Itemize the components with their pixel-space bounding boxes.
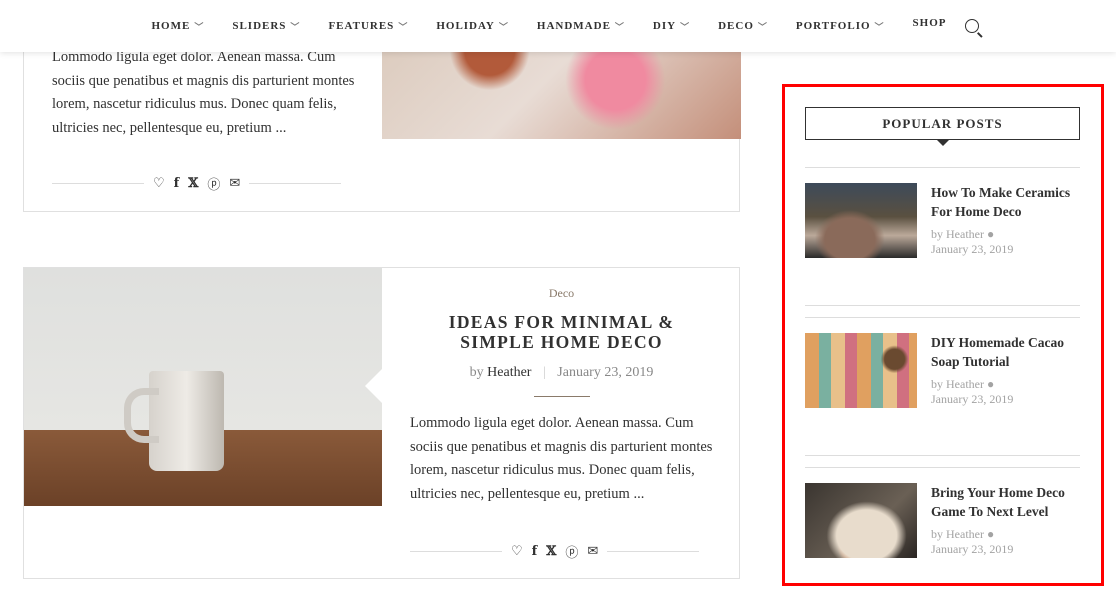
post-title[interactable]: DIY Homemade Cacao Soap Tutorial <box>931 333 1081 371</box>
divider <box>249 183 342 184</box>
nav-label: PORTFOLIO <box>795 20 871 32</box>
post-date: January 23, 2019 <box>557 365 654 380</box>
nav-deco[interactable]: DECO ﹀ <box>718 20 768 33</box>
x-icon[interactable]: 𝕏 <box>546 544 556 559</box>
post-date: January 23, 2019 <box>931 242 1014 256</box>
by-label: by <box>469 365 484 380</box>
title-divider <box>534 396 590 397</box>
divider <box>805 467 1080 468</box>
divider <box>805 317 1080 318</box>
nav-label: DECO <box>718 20 754 32</box>
mug-handle <box>124 388 159 443</box>
popular-posts-widget: POPULAR POSTS How To Make Ceramics For H… <box>782 84 1104 586</box>
search-icon[interactable] <box>964 19 979 33</box>
chevron-down-icon: ﹀ <box>680 21 691 32</box>
post-meta: by Heather ● January 23, 2019 <box>931 227 1014 256</box>
nav-label: HOME <box>151 20 191 32</box>
heart-icon[interactable]: ♡ <box>153 176 165 191</box>
pinterest-icon[interactable]: ⓟ <box>207 174 220 193</box>
nav-portfolio[interactable]: PORTFOLIO ﹀ <box>796 20 885 33</box>
divider <box>410 551 502 552</box>
chevron-down-icon: ﹀ <box>614 21 625 32</box>
facebook-icon[interactable]: f <box>174 176 180 191</box>
nav-diy[interactable]: DIY ﹀ <box>653 20 690 33</box>
chevron-down-icon: ﹀ <box>398 21 409 32</box>
post-thumbnail[interactable] <box>805 483 917 558</box>
post-image[interactable] <box>24 268 383 506</box>
email-icon[interactable]: ✉ <box>587 544 598 559</box>
chevron-down-icon: ﹀ <box>757 21 768 32</box>
post-card: Deco IDEAS FOR MINIMAL & SIMPLE HOME DEC… <box>23 267 740 579</box>
nav-home[interactable]: HOME ﹀ <box>151 20 204 33</box>
nav-label: FEATURES <box>328 20 395 32</box>
post-date: January 23, 2019 <box>931 542 1014 556</box>
post-category[interactable]: Deco <box>410 286 713 301</box>
author: by Heather <box>931 377 984 391</box>
post-meta: by Heather ● January 23, 2019 <box>931 377 1014 406</box>
nav-shop[interactable]: SHOP <box>913 17 947 29</box>
share-bar: ♡ f 𝕏ⓟ ✉ <box>410 542 700 561</box>
chevron-down-icon: ﹀ <box>874 21 885 32</box>
divider <box>607 551 700 552</box>
share-bar: ♡ f 𝕏ⓟ ✉ <box>52 174 342 193</box>
pointer-arrow <box>365 368 383 404</box>
post-excerpt: Lommodo ligula eget dolor. Aenean massa.… <box>410 415 713 502</box>
mug-shape <box>149 371 224 471</box>
nav-label: HOLIDAY <box>436 20 495 32</box>
divider <box>805 167 1080 168</box>
post-meta: by Heather ● January 23, 2019 <box>931 527 1014 556</box>
post-excerpt: Lommodo ligula eget dolor. Aenean massa.… <box>52 49 355 136</box>
main-nav: HOME ﹀ SLIDERS ﹀ FEATURES ﹀ HOLIDAY ﹀ HANDMA… <box>0 0 1116 52</box>
facebook-icon[interactable]: f <box>532 544 538 559</box>
nav-features[interactable]: FEATURES ﹀ <box>328 20 408 33</box>
widget-title: POPULAR POSTS <box>805 107 1080 146</box>
post-title[interactable]: Bring Your Home Deco Game To Next Level <box>931 483 1081 521</box>
post-thumbnail[interactable] <box>805 183 917 258</box>
post-thumbnail[interactable] <box>805 333 917 408</box>
divider <box>805 455 1080 456</box>
chevron-down-icon: ﹀ <box>290 21 301 32</box>
post-date: January 23, 2019 <box>931 392 1014 406</box>
author: by Heather <box>931 227 984 241</box>
post-title[interactable]: How To Make Ceramics For Home Deco <box>931 183 1081 221</box>
heart-icon[interactable]: ♡ <box>511 544 523 559</box>
post-meta: by Heather | January 23, 2019 <box>469 365 654 380</box>
x-icon[interactable]: 𝕏 <box>188 176 198 191</box>
nav-handmade[interactable]: HANDMADE ﹀ <box>537 20 625 33</box>
divider <box>805 305 1080 306</box>
nav-holiday[interactable]: HOLIDAY ﹀ <box>436 20 509 33</box>
nav-label: HANDMADE <box>536 20 611 32</box>
chevron-down-icon: ﹀ <box>194 21 205 32</box>
author-link[interactable]: Heather <box>487 365 531 380</box>
post-title[interactable]: IDEAS FOR MINIMAL & SIMPLE HOME DECO <box>410 312 713 352</box>
email-icon[interactable]: ✉ <box>229 176 240 191</box>
pinterest-icon[interactable]: ⓟ <box>565 542 578 561</box>
nav-sliders[interactable]: SLIDERS ﹀ <box>232 20 300 33</box>
divider <box>52 183 144 184</box>
nav-label: DIY <box>652 20 677 32</box>
chevron-down-icon: ﹀ <box>498 21 509 32</box>
nav-label: SLIDERS <box>232 20 287 32</box>
author: by Heather <box>931 527 984 541</box>
